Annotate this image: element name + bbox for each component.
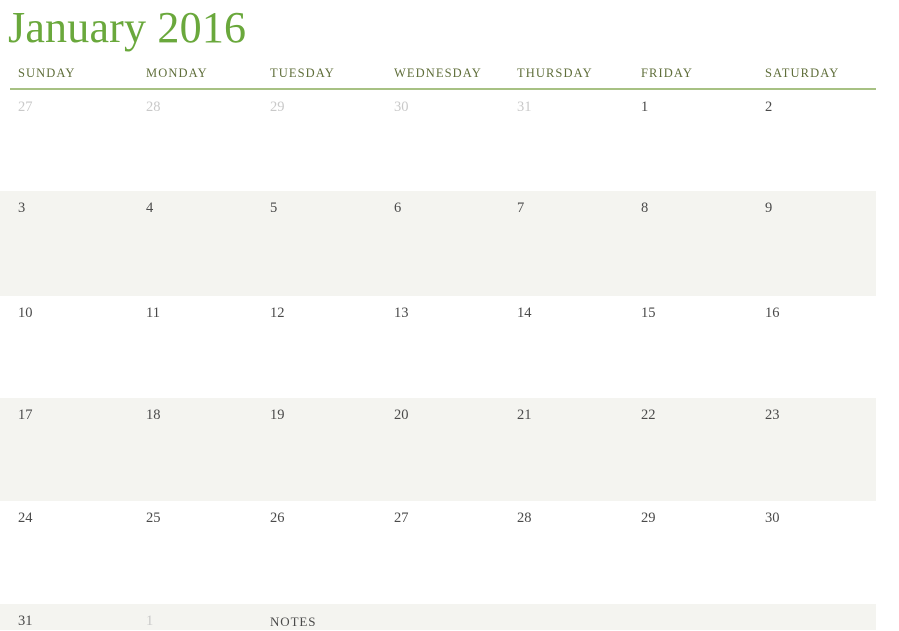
day-number: 7 bbox=[517, 200, 525, 216]
calendar-day-cell[interactable]: 23 bbox=[765, 398, 876, 501]
calendar-day-cell[interactable]: 26 bbox=[270, 501, 394, 604]
calendar-day-cell[interactable]: 21 bbox=[517, 398, 641, 501]
calendar-day-cell[interactable]: 18 bbox=[146, 398, 270, 501]
notes-label[interactable]: NOTES bbox=[270, 613, 316, 631]
day-number: 25 bbox=[146, 510, 161, 526]
day-number: 27 bbox=[18, 99, 33, 115]
calendar-day-cell[interactable]: 3 bbox=[18, 191, 146, 296]
calendar-day-cell[interactable]: 27 bbox=[18, 90, 146, 191]
weekday-header-thursday: THURSDAY bbox=[517, 66, 593, 80]
day-number: 6 bbox=[394, 200, 402, 216]
calendar-day-cell[interactable]: 12 bbox=[270, 296, 394, 398]
calendar-day-cell[interactable]: 14 bbox=[517, 296, 641, 398]
day-number: 24 bbox=[18, 510, 33, 526]
calendar-day-cell[interactable]: 11 bbox=[146, 296, 270, 398]
day-number: 23 bbox=[765, 407, 780, 423]
calendar-day-cell[interactable]: 30 bbox=[765, 501, 876, 604]
calendar-day-cell[interactable]: 15 bbox=[641, 296, 765, 398]
calendar-day-cell[interactable]: 16 bbox=[765, 296, 876, 398]
day-number: 28 bbox=[517, 510, 532, 526]
calendar-week-row: 10 11 12 13 14 15 16 bbox=[0, 296, 899, 398]
day-number: 30 bbox=[394, 99, 409, 115]
calendar-day-cell[interactable]: 8 bbox=[641, 191, 765, 296]
calendar-day-cell[interactable]: 24 bbox=[18, 501, 146, 604]
day-number: 26 bbox=[270, 510, 285, 526]
calendar-day-cell[interactable]: 10 bbox=[18, 296, 146, 398]
day-number: 5 bbox=[270, 200, 278, 216]
calendar-day-cell[interactable]: 27 bbox=[394, 501, 517, 604]
day-number: 1 bbox=[146, 613, 154, 629]
calendar-day-cell[interactable]: 9 bbox=[765, 191, 876, 296]
day-number: 31 bbox=[517, 99, 532, 115]
calendar-week-row: 24 25 26 27 28 29 30 bbox=[0, 501, 899, 604]
day-number: 12 bbox=[270, 305, 285, 321]
weekday-header-sunday: SUNDAY bbox=[18, 66, 76, 80]
calendar-day-cell[interactable]: 31 bbox=[18, 604, 146, 630]
day-number: 17 bbox=[18, 407, 33, 423]
calendar-day-cell[interactable]: 13 bbox=[394, 296, 517, 398]
calendar-day-cell[interactable]: 6 bbox=[394, 191, 517, 296]
day-number: 21 bbox=[517, 407, 532, 423]
day-number: 27 bbox=[394, 510, 409, 526]
calendar-day-cell[interactable]: 5 bbox=[270, 191, 394, 296]
day-number: 30 bbox=[765, 510, 780, 526]
calendar-day-cell[interactable]: 1 bbox=[146, 604, 270, 630]
calendar-day-cell[interactable]: 7 bbox=[517, 191, 641, 296]
calendar-day-cell[interactable]: 29 bbox=[641, 501, 765, 604]
day-number: 2 bbox=[765, 99, 773, 115]
weekday-header-saturday: SATURDAY bbox=[765, 66, 840, 80]
calendar-week-row: 31 1 NOTES bbox=[0, 604, 899, 630]
calendar-day-cell[interactable]: 20 bbox=[394, 398, 517, 501]
day-number: 1 bbox=[641, 99, 649, 115]
day-number: 13 bbox=[394, 305, 409, 321]
calendar-day-cell[interactable] bbox=[641, 604, 765, 630]
calendar-day-cell[interactable] bbox=[765, 604, 876, 630]
day-number: 20 bbox=[394, 407, 409, 423]
day-number: 19 bbox=[270, 407, 285, 423]
calendar-day-cell[interactable]: 31 bbox=[517, 90, 641, 191]
calendar-week-row: 17 18 19 20 21 22 23 bbox=[0, 398, 899, 501]
day-number: 9 bbox=[765, 200, 773, 216]
calendar-day-cell[interactable]: 30 bbox=[394, 90, 517, 191]
calendar-day-cell[interactable]: 17 bbox=[18, 398, 146, 501]
calendar-day-cell[interactable]: 1 bbox=[641, 90, 765, 191]
calendar-day-cell[interactable]: 19 bbox=[270, 398, 394, 501]
day-number: 11 bbox=[146, 305, 160, 321]
calendar-day-cell[interactable]: 28 bbox=[146, 90, 270, 191]
calendar-day-cell[interactable] bbox=[394, 604, 517, 630]
weekday-header-monday: MONDAY bbox=[146, 66, 208, 80]
calendar-day-cell[interactable]: 28 bbox=[517, 501, 641, 604]
day-number: 31 bbox=[18, 613, 33, 629]
calendar-day-cell[interactable]: 4 bbox=[146, 191, 270, 296]
weekday-header-row: SUNDAY MONDAY TUESDAY WEDNESDAY THURSDAY FRID… bbox=[0, 62, 899, 90]
weekday-header-tuesday: TUESDAY bbox=[270, 66, 335, 80]
calendar-grid: 27 28 29 30 31 1 2 3 4 5 6 7 8 9 10 11 12 13 14 15 16 17 18 19 2… bbox=[0, 90, 899, 630]
calendar-page: January 2016 SUNDAY MONDAY TUESDAY WEDNESDA… bbox=[0, 0, 899, 630]
calendar-week-row: 3 4 5 6 7 8 9 bbox=[0, 191, 899, 296]
day-number: 10 bbox=[18, 305, 33, 321]
day-number: 29 bbox=[641, 510, 656, 526]
page-title: January 2016 bbox=[8, 3, 247, 52]
weekday-header-wednesday: WEDNESDAY bbox=[394, 66, 482, 80]
calendar-day-cell[interactable]: 29 bbox=[270, 90, 394, 191]
day-number: 22 bbox=[641, 407, 656, 423]
day-number: 4 bbox=[146, 200, 154, 216]
day-number: 16 bbox=[765, 305, 780, 321]
day-number: 15 bbox=[641, 305, 656, 321]
weekday-header-friday: FRIDAY bbox=[641, 66, 693, 80]
calendar-week-row: 27 28 29 30 31 1 2 bbox=[0, 90, 899, 191]
day-number: 28 bbox=[146, 99, 161, 115]
calendar-day-cell[interactable]: 2 bbox=[765, 90, 876, 191]
day-number: 29 bbox=[270, 99, 285, 115]
calendar-day-cell[interactable] bbox=[517, 604, 641, 630]
day-number: 18 bbox=[146, 407, 161, 423]
day-number: 8 bbox=[641, 200, 649, 216]
calendar-day-cell[interactable]: 22 bbox=[641, 398, 765, 501]
day-number: 3 bbox=[18, 200, 26, 216]
day-number: 14 bbox=[517, 305, 532, 321]
calendar-day-cell[interactable]: 25 bbox=[146, 501, 270, 604]
